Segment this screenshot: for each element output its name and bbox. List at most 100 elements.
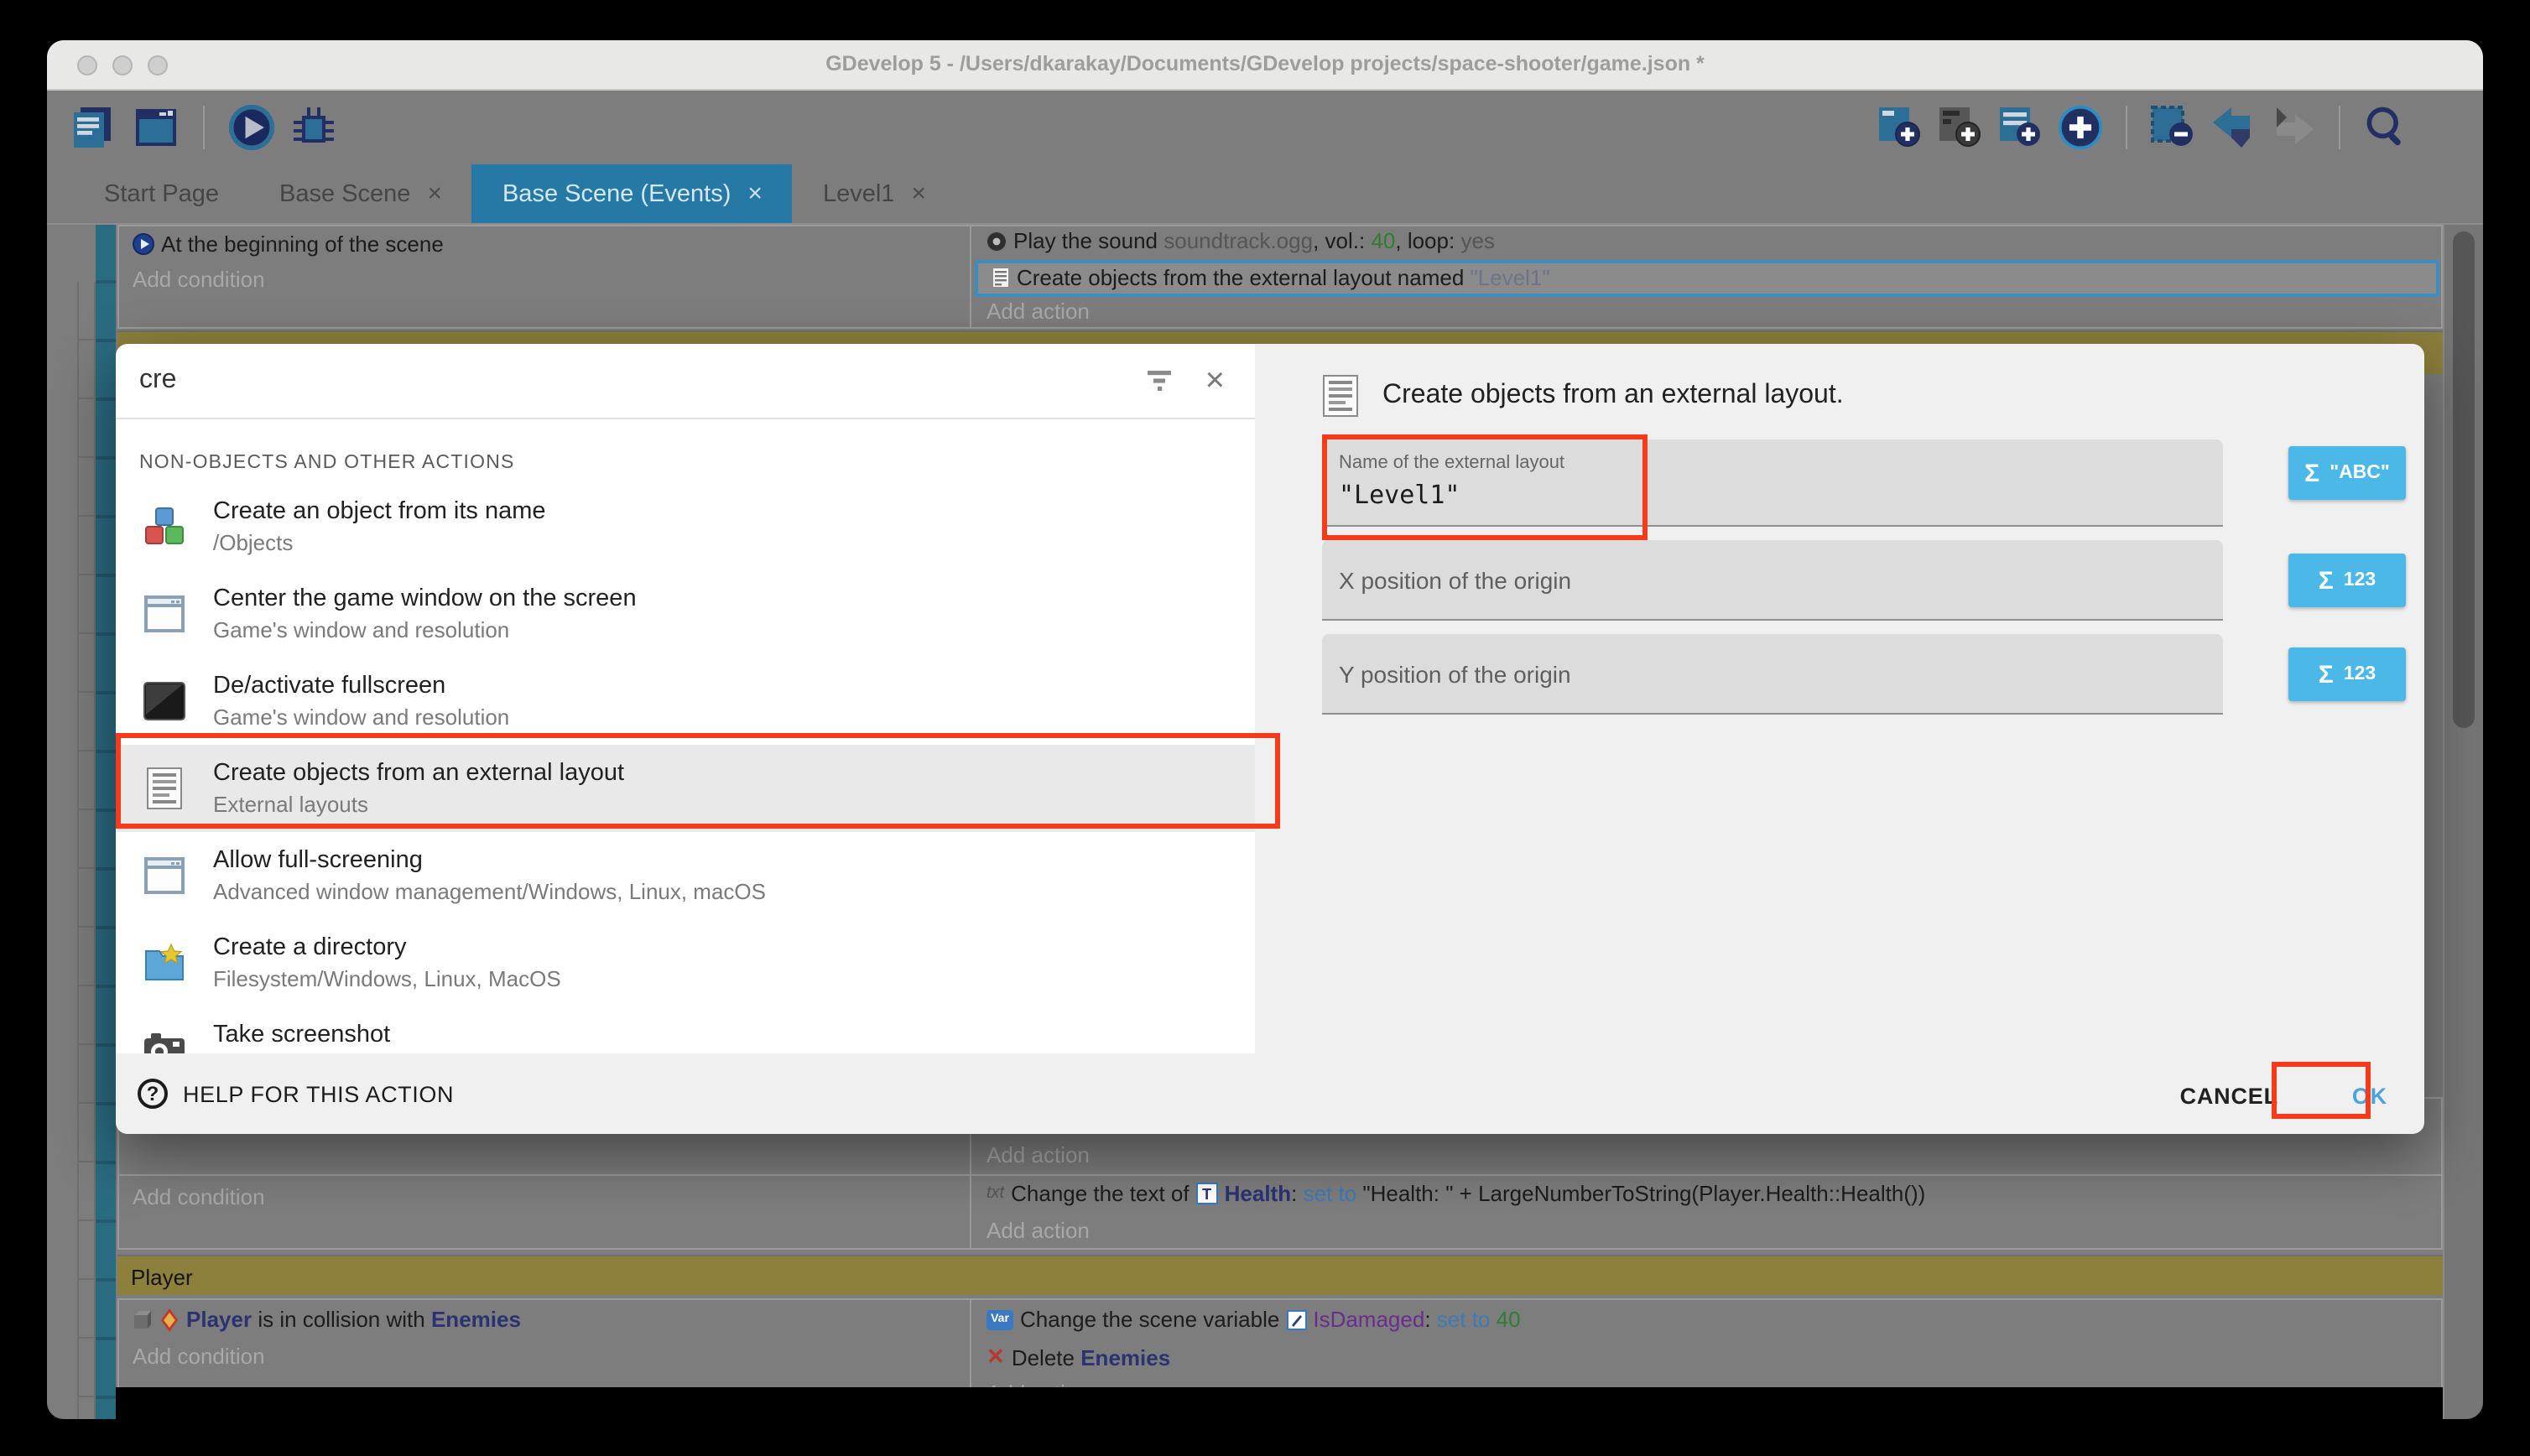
field-label: Name of the external layout [1339,453,1564,473]
field-placeholder: X position of the origin [1339,566,1571,593]
objects-cubes-icon [139,502,190,552]
text-action-icon: txt [986,1184,1004,1203]
cancel-button[interactable]: CANCEL [2180,1084,2278,1109]
external-layout-icon [1322,374,1359,418]
tab-label: Level1 [823,180,894,207]
condition-line[interactable]: At the beginning of the scene [133,231,444,257]
filter-icon[interactable] [1145,367,1175,394]
tab-base-scene-events[interactable]: Base Scene (Events) × [472,164,793,223]
event-drag-handle-column[interactable] [96,225,116,1419]
sigma-icon: Σ [2319,566,2334,595]
folder-icon [139,938,190,988]
clear-search-icon[interactable]: × [1205,364,1225,398]
list-item-create-object[interactable]: Create an object from its name/Objects [116,483,1255,570]
debug-icon[interactable] [290,104,337,151]
expression-builder-button-abc[interactable]: Σ "ABC" [2288,446,2406,500]
close-tab-icon[interactable]: × [427,179,442,208]
delete-event-icon[interactable] [2149,104,2196,151]
sheet-bottom-cutoff [116,1387,2483,1419]
field-x-position[interactable]: X position of the origin [1322,540,2223,621]
add-action-button[interactable]: Add action [986,1142,1090,1167]
variable-action-icon: Var [986,1309,1013,1329]
add-condition-button[interactable]: Add condition [133,1344,265,1369]
tab-start-page[interactable]: Start Page [74,164,249,223]
game-window-icon [139,850,190,901]
list-item-external-layout[interactable]: Create objects from an external layoutEx… [116,745,1255,832]
action-line-delete[interactable]: ✕ Delete Enemies [986,1344,1170,1370]
add-action-button[interactable]: Add action [986,299,1090,324]
add-event-icon[interactable] [1876,104,1923,151]
search-bar[interactable]: cre × [116,344,1255,419]
game-window-icon [139,589,190,639]
add-condition-button[interactable]: Add condition [133,267,265,292]
selected-action-row[interactable]: Create objects from the external layout … [975,260,2439,297]
help-icon: ? [138,1079,168,1109]
section-header: NON-OBJECTS AND OTHER ACTIONS [139,453,1255,473]
external-layout-icon [139,763,190,814]
list-item-fullscreen[interactable]: De/activate fullscreenGame's window and … [116,658,1255,745]
tab-bar: Start Page Base Scene × Base Scene (Even… [47,164,2483,225]
fullscreen-icon [139,676,190,726]
field-external-layout-name[interactable]: Name of the external layout "Level1" [1322,439,2223,527]
vertical-scrollbar[interactable] [2443,225,2483,1419]
action-title: Create objects from an external layout. [1382,381,1844,411]
field-value[interactable]: "Level1" [1339,480,1460,510]
undo-icon[interactable] [2210,104,2257,151]
add-condition-button[interactable]: Add condition [133,1184,265,1209]
variable-icon [1286,1309,1306,1329]
tab-label: Base Scene [279,180,410,207]
event-tree-gutter [77,282,96,1419]
action-editor-dialog: cre × NON-OBJECTS AND OTHER ACTIONS Crea… [116,344,2424,1134]
toolbar [47,91,2483,164]
scrollbar-thumb[interactable] [2453,231,2475,728]
field-y-position[interactable]: Y position of the origin [1322,634,2223,715]
sigma-icon: Σ [2319,660,2334,689]
beginning-of-scene-icon [133,233,154,255]
list-item-allow-fullscreen[interactable]: Allow full-screeningAdvanced window mana… [116,832,1255,919]
add-subevent-icon[interactable] [1936,104,1983,151]
tab-base-scene[interactable]: Base Scene × [249,164,472,223]
action-line-create-objects[interactable]: Create objects from the external layout … [992,265,1550,290]
expression-builder-button-123-x[interactable]: Σ 123 [2288,554,2406,607]
redo-icon[interactable] [2270,104,2317,151]
field-placeholder: Y position of the origin [1339,660,1571,687]
search-input[interactable]: cre [139,366,1145,396]
ok-button[interactable]: OK [2352,1084,2387,1109]
titlebar: GDevelop 5 - /Users/dkarakay/Documents/G… [47,40,2483,91]
action-line-change-text[interactable]: txt Change the text of T Health: set to … [986,1181,1925,1206]
close-tab-icon[interactable]: × [747,179,763,208]
text-object-icon: T [1196,1183,1218,1204]
add-action-button[interactable]: Add action [986,1218,1090,1243]
window-title: GDevelop 5 - /Users/dkarakay/Documents/G… [47,52,2483,75]
help-link[interactable]: ? HELP FOR THIS ACTION [116,1053,1255,1134]
delete-object-icon: ✕ [986,1344,1005,1370]
action-parameters-panel: Create objects from an external layout. … [1255,344,2424,1134]
object-cube-icon [133,1309,153,1329]
add-circle-icon[interactable] [2057,104,2104,151]
expression-builder-button-123-y[interactable]: Σ 123 [2288,647,2406,701]
condition-line-collision[interactable]: Player is in collision with Enemies [133,1307,521,1332]
screenshot-stage: GDevelop 5 - /Users/dkarakay/Documents/G… [0,0,2530,1456]
action-line-change-variable[interactable]: Var Change the scene variable IsDamaged:… [986,1307,1521,1332]
events-sheet-icon[interactable] [70,104,117,151]
external-layout-icon [992,267,1010,289]
toolbar-separator [203,106,205,149]
comment-row-player[interactable]: Player [117,1255,2443,1295]
toolbar-separator [2339,106,2340,149]
search-icon[interactable] [2362,104,2409,151]
list-item-center-window[interactable]: Center the game window on the screenGame… [116,570,1255,658]
event-row[interactable]: At the beginning of the scene Add condit… [117,225,2443,329]
scene-editor-icon[interactable] [133,104,180,151]
add-comment-icon[interactable] [1996,104,2043,151]
tab-level1[interactable]: Level1 × [793,164,956,223]
condition-text: At the beginning of the scene [161,231,444,257]
collision-icon [159,1308,180,1331]
event-row[interactable]: Add condition txt Change the text of T H… [117,1174,2443,1250]
action-list-panel: cre × NON-OBJECTS AND OTHER ACTIONS Crea… [116,344,1255,1134]
play-icon[interactable] [228,104,275,151]
action-line-play-sound[interactable]: Play the sound soundtrack.ogg, vol.: 40,… [986,228,1495,253]
tab-label: Start Page [104,180,219,207]
close-tab-icon[interactable]: × [911,179,926,208]
list-item-create-directory[interactable]: Create a directoryFilesystem/Windows, Li… [116,919,1255,1006]
sigma-icon: Σ [2304,459,2319,487]
